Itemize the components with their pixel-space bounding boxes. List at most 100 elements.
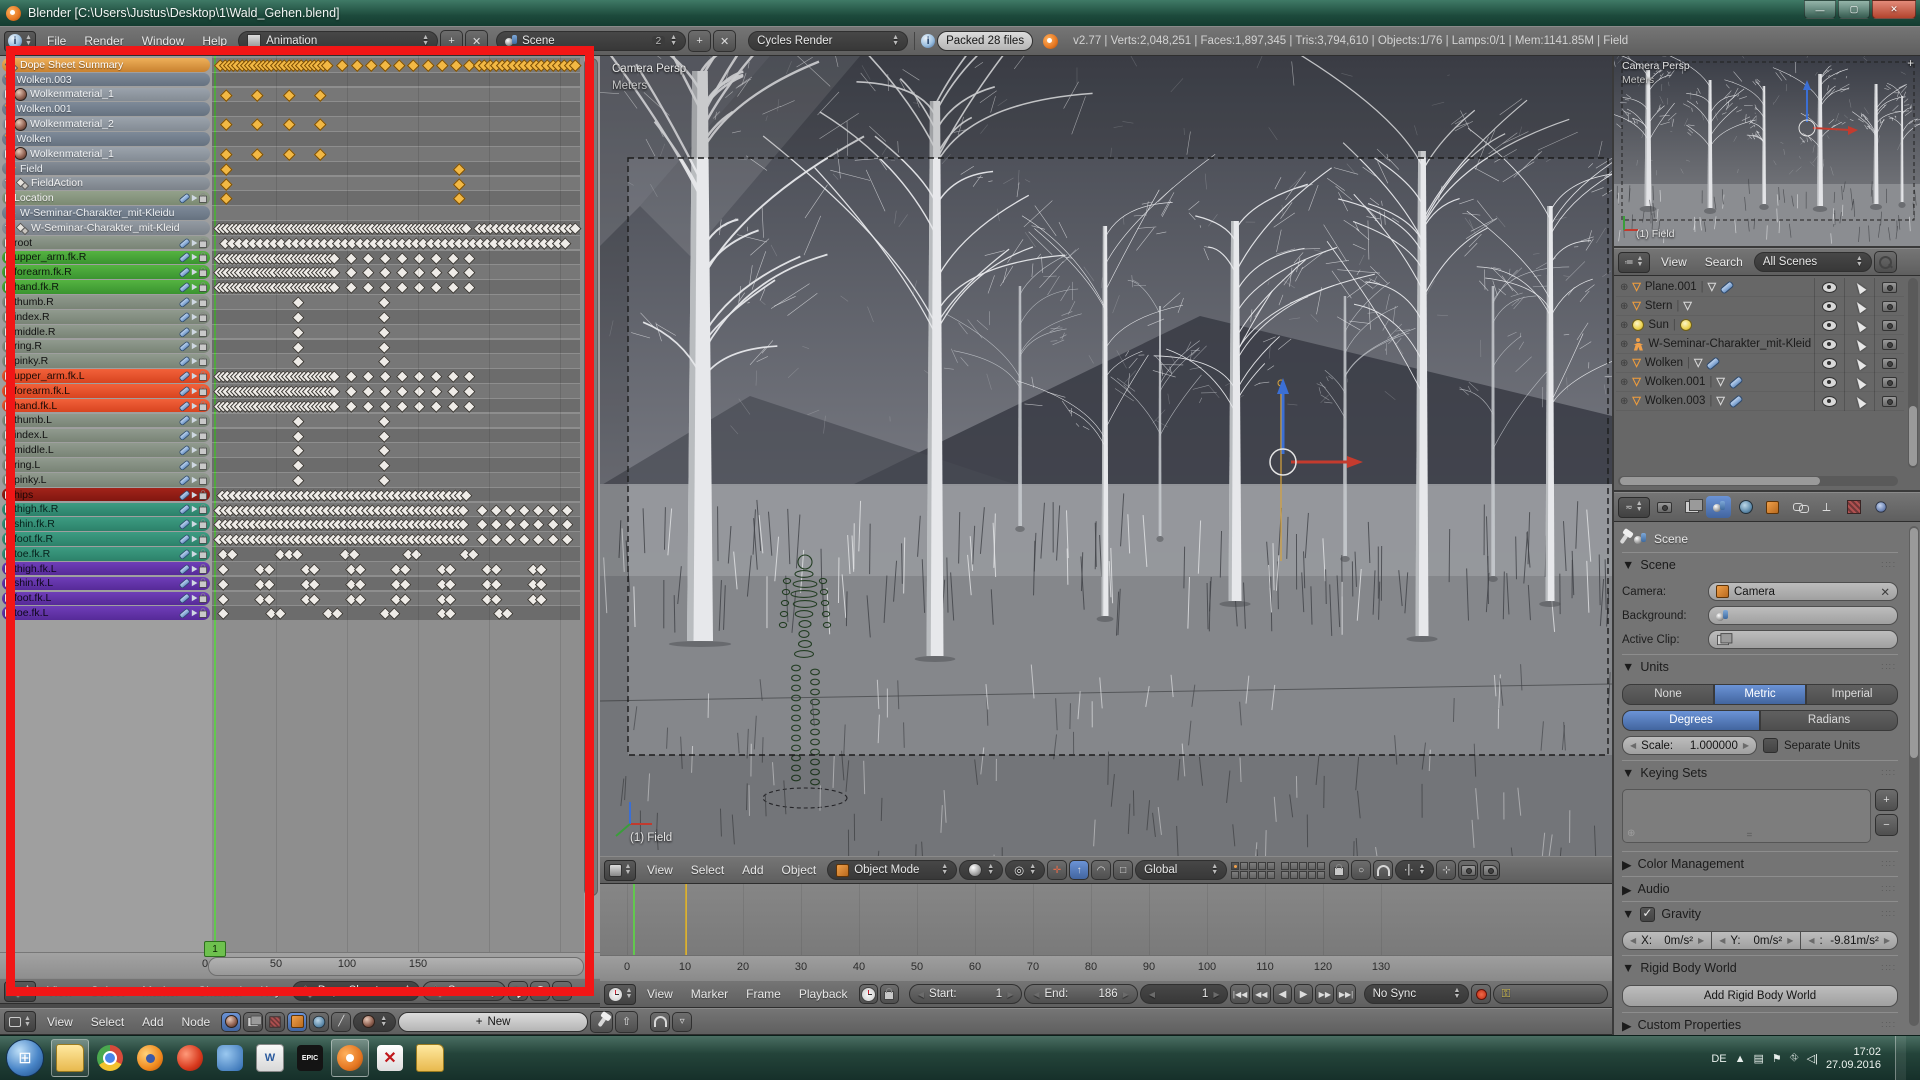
unit-scale-field[interactable]: ◀Scale: 1.000000▶ [1622,736,1757,755]
dope-sheet-frame-ruler[interactable]: 1 050100150 [0,952,600,978]
modifier-icon[interactable] [179,296,191,307]
gravity-checkbox[interactable] [1640,907,1655,922]
editor-type-properties-icon[interactable]: ≂▲▼ [1618,497,1650,518]
dopesheet-channel-thigh-fk-l[interactable]: thigh.fk.L [2,562,210,576]
modifier-icon[interactable] [179,563,191,574]
outliner-item-wolken-003[interactable]: ⊕▽Wolken.003|▽ [1616,392,1904,411]
outliner-item-wolken[interactable]: ⊕▽Wolken|▽ [1616,354,1904,373]
node-tree-material-button[interactable] [221,1012,241,1032]
taskbar-app-firefox[interactable] [131,1039,169,1077]
language-indicator[interactable]: DE [1711,1053,1726,1065]
outliner-item-sun[interactable]: ⊕Sun| [1616,316,1904,335]
next-keyframe-button[interactable]: ▶▶ [1315,984,1334,1004]
editor-type-outliner-icon[interactable]: ≔▲▼ [1618,252,1650,273]
mute-icon[interactable] [192,388,198,394]
lock-icon[interactable] [199,492,207,499]
expander-icon[interactable] [5,372,11,380]
lock-icon[interactable] [199,581,207,588]
modifier-icon[interactable] [179,385,191,396]
tab-render[interactable] [1652,496,1677,518]
expand-icon[interactable]: ⊕ [1620,396,1628,407]
taskbar-app-mixcraft[interactable]: ✕ [371,1039,409,1077]
modifier-icon[interactable] [179,267,191,278]
expander-icon[interactable] [5,120,11,128]
dopesheet-channel-thumb-l[interactable]: thumb.L [2,414,210,428]
mute-icon[interactable] [192,284,198,290]
lock-icon[interactable] [199,537,207,544]
dopesheet-channel-middle-l[interactable]: middle.L [2,443,210,457]
sync-dropdown[interactable]: No Sync▲▼ [1364,984,1470,1004]
menu-file[interactable]: File [38,34,75,48]
mute-icon[interactable] [192,314,198,320]
mute-icon[interactable] [192,432,198,438]
modifier-icon[interactable] [179,607,191,618]
lock-icon[interactable] [199,551,207,558]
expander-icon[interactable] [5,90,11,98]
transform-orientation-dropdown[interactable]: Global▲▼ [1135,860,1227,880]
volume-tray-icon[interactable]: ◁| [1807,1052,1818,1065]
lock-icon[interactable] [199,329,207,336]
dopesheet-channel-w-seminar-charakter-mit-kleidu[interactable]: W-Seminar-Charakter_mit-Kleidu [2,206,210,220]
dopesheet-channel-toe-fk-r[interactable]: toe.fk.R [2,547,210,561]
editor-type-dopesheet-icon[interactable]: ▲▼ [4,981,36,1002]
taskbar-app-folder-window[interactable] [411,1039,449,1077]
playback-range-clock-toggle[interactable] [859,984,878,1004]
gravity-y-field[interactable]: ◀Y: 0m/s²▶ [1712,931,1801,950]
material-browse-dropdown[interactable]: ▲▼ [353,1012,396,1032]
maximize-button[interactable]: ▢ [1838,0,1870,19]
dopesheet-channel-pinky-l[interactable]: pinky.L [2,473,210,487]
current-frame-field[interactable]: ◀1▶ [1140,984,1229,1004]
show-desktop-button[interactable] [1895,1036,1906,1080]
expander-icon[interactable] [5,298,11,306]
menu-marker[interactable]: Marker [133,984,188,998]
lock-icon[interactable] [199,433,207,440]
lock-icon[interactable] [199,359,207,366]
modifier-icon[interactable] [179,192,191,203]
panel-custom-properties-header[interactable]: ▶ Custom Properties∷∷ [1622,1012,1898,1035]
delete-scene-button[interactable]: ✕ [713,30,736,52]
snap-node-button[interactable] [650,1012,670,1032]
dopesheet-channel-forearm-fk-l[interactable]: forearm.fk.L [2,384,210,398]
mute-icon[interactable] [192,610,198,616]
tab-data[interactable]: ⟂ [1814,496,1839,518]
expander-icon[interactable] [5,387,11,395]
add-keying-set-button[interactable]: + [1875,789,1898,811]
dope-sheet-vertical-scrollbar[interactable] [584,58,598,896]
shader-type-world-button[interactable] [309,1012,329,1032]
camera-preview-viewport[interactable]: Camera Persp Meters (1) Field + [1614,56,1920,248]
lock-icon[interactable] [199,270,207,277]
dopesheet-channel-shin-fk-r[interactable]: shin.fk.R [2,517,210,531]
taskbar-app-windows-explorer[interactable] [51,1039,89,1077]
viewport-3d[interactable]: Camera Persp Meters (1) Field [600,56,1612,884]
lock-icon[interactable] [199,611,207,618]
mute-icon[interactable] [192,595,198,601]
expander-icon[interactable] [5,565,11,573]
visibility-eye-icon[interactable] [1822,282,1837,293]
dopesheet-channel-index-r[interactable]: index.R [2,310,210,324]
mute-icon[interactable] [192,269,198,275]
menu-help[interactable]: Help [193,34,236,48]
menu-playback[interactable]: Playback [790,987,857,1001]
selectability-cursor-icon[interactable] [1853,357,1866,371]
mute-icon[interactable] [192,462,198,468]
modifier-icon[interactable] [179,533,191,544]
dope-sheet-mode-dropdown[interactable]: Dope Sheet▲▼ [292,981,420,1001]
panel-audio-header[interactable]: ▶ Audio∷∷ [1622,876,1898,901]
keying-sets-list[interactable]: ⊕ = [1622,789,1871,843]
expand-icon[interactable]: ⊕ [1620,282,1628,293]
renderability-camera-icon[interactable] [1882,339,1897,350]
start-button[interactable]: ⊞ [6,1039,44,1077]
dopesheet-channel-index-l[interactable]: index.L [2,429,210,443]
parent-node-tree-button[interactable]: ⇧ [615,1011,638,1033]
lock-icon[interactable] [199,463,207,470]
modifier-icon[interactable] [179,311,191,322]
dopesheet-channel-wolkenmaterial-1[interactable]: Wolkenmaterial_1 [2,88,210,102]
pivot-point-dropdown[interactable]: ◎▲▼ [1005,860,1045,880]
expander-icon[interactable] [5,357,11,365]
units-radians-button[interactable]: Radians [1760,710,1898,731]
frame-start-field[interactable]: ◀Start: 1▶ [909,984,1022,1004]
expander-icon[interactable] [5,476,11,484]
modifier-icon[interactable] [179,370,191,381]
visibility-eye-icon[interactable] [1822,358,1837,369]
layers-grid-2[interactable] [1281,862,1325,879]
